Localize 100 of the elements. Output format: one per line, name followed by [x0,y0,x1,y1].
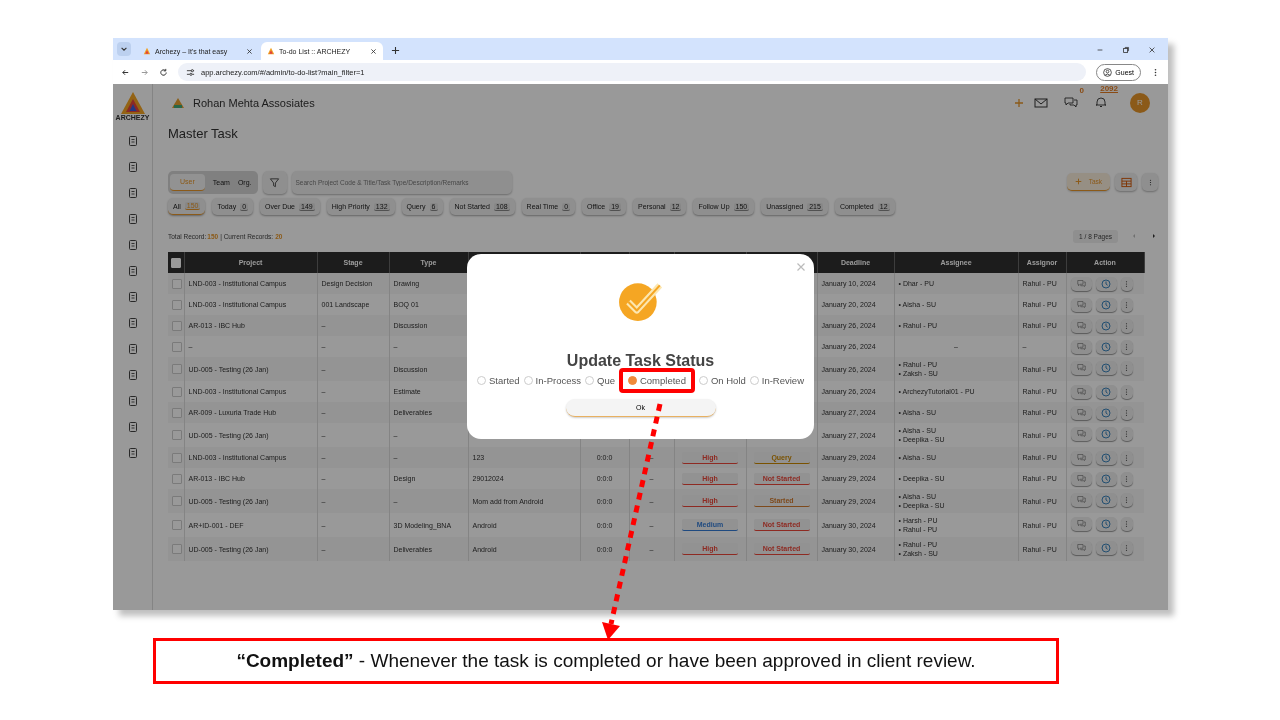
more-button[interactable] [1120,426,1133,441]
more-button[interactable] [1120,450,1133,465]
row-checkbox[interactable] [172,407,182,418]
row-checkbox[interactable] [172,544,182,555]
select-all-checkbox[interactable] [170,257,181,268]
clock-icon [1101,494,1111,505]
more-button[interactable] [1120,540,1133,555]
more-button[interactable] [1120,318,1133,333]
reload-icon[interactable] [159,67,168,77]
clock-icon [1101,278,1111,289]
comment-button[interactable] [1070,540,1092,555]
more-button[interactable] [1120,516,1133,531]
comment-button[interactable] [1070,318,1092,333]
site-info-icon[interactable] [186,67,195,77]
close-icon[interactable] [246,47,253,55]
clock-button[interactable] [1095,318,1117,333]
tab-search-button[interactable] [117,42,131,56]
row-checkbox[interactable] [172,299,182,310]
row-checkbox[interactable] [172,386,182,397]
comment-button[interactable] [1070,339,1092,354]
clock-icon [1101,341,1111,352]
row-checkbox[interactable] [172,364,182,375]
clock-button[interactable] [1095,276,1117,291]
comment-button[interactable] [1070,405,1092,420]
table-view-button[interactable] [1115,173,1137,191]
more-button[interactable] [1142,173,1158,191]
row-checkbox[interactable] [172,278,182,289]
row-checkbox[interactable] [172,452,182,463]
clock-button[interactable] [1095,426,1117,441]
kebab-icon [1125,495,1128,504]
clock-button[interactable] [1095,492,1117,507]
clock-button[interactable] [1095,297,1117,312]
radio-button[interactable] [627,376,637,385]
comment-button[interactable] [1070,471,1092,486]
clock-button[interactable] [1095,516,1117,531]
kebab-icon [1125,321,1128,330]
status-option[interactable]: In-Process [523,375,581,386]
more-button[interactable] [1120,405,1133,420]
comment-button[interactable] [1070,384,1092,399]
comment-button[interactable] [1070,426,1092,441]
mail-icon[interactable] [1034,96,1048,109]
chat-count: 0 [1079,85,1084,95]
comment-button[interactable] [1070,297,1092,312]
clock-button[interactable] [1095,360,1117,375]
company-name: Rohan Mehta Assosiates [193,96,315,109]
row-checkbox[interactable] [172,320,182,331]
filter-button[interactable] [262,170,287,194]
restore-icon[interactable] [1122,46,1130,54]
status-option[interactable]: On Hold [698,375,746,386]
more-button[interactable] [1120,384,1133,399]
row-checkbox[interactable] [172,430,182,441]
close-icon[interactable] [370,47,377,55]
clock-icon [1101,362,1111,373]
clock-button[interactable] [1095,450,1117,465]
comment-button[interactable] [1070,450,1092,465]
dialog-title: Update Task Status [566,352,715,370]
new-tab-icon[interactable] [391,46,400,55]
row-checkbox[interactable] [172,341,182,352]
minimize-icon[interactable] [1096,46,1104,54]
status-option[interactable]: Started [476,375,520,386]
forward-icon[interactable] [140,67,149,77]
next-page-icon[interactable] [1150,232,1158,240]
plus-icon [1074,178,1082,185]
more-button[interactable] [1120,339,1133,354]
clock-icon [1101,542,1111,553]
more-button[interactable] [1120,471,1133,486]
notification-count: 2092 [1100,83,1118,93]
status-option[interactable]: Completed [618,368,695,393]
kebab-icon [1125,363,1128,372]
close-icon[interactable] [1148,46,1156,54]
logo-icon [143,47,151,55]
kebab-icon [1125,519,1128,528]
status-option[interactable]: In-Review [749,375,805,386]
more-button[interactable] [1120,360,1133,375]
status-option[interactable]: Que [585,375,615,386]
clock-icon [1101,386,1111,397]
clock-button[interactable] [1095,339,1117,354]
add-icon[interactable] [1012,96,1026,109]
more-button[interactable] [1120,297,1133,312]
back-icon[interactable] [121,67,130,77]
more-button[interactable] [1120,276,1133,291]
clock-icon [1101,428,1111,439]
clock-button[interactable] [1095,471,1117,486]
bell-icon[interactable] [1094,95,1108,108]
chat-icon [1076,321,1086,330]
clock-button[interactable] [1095,540,1117,555]
more-button[interactable] [1120,492,1133,507]
comment-button[interactable] [1070,276,1092,291]
clock-button[interactable] [1095,405,1117,420]
clock-icon [1101,518,1111,529]
comment-button[interactable] [1070,516,1092,531]
chat-icon[interactable] [1064,95,1078,108]
row-checkbox[interactable] [172,473,182,484]
comment-button[interactable] [1070,492,1092,507]
row-checkbox[interactable] [172,520,182,531]
kebab-icon [1125,408,1128,417]
clock-button[interactable] [1095,384,1117,399]
comment-button[interactable] [1070,360,1092,375]
row-checkbox[interactable] [172,496,182,507]
kebab-icon [1125,342,1128,351]
